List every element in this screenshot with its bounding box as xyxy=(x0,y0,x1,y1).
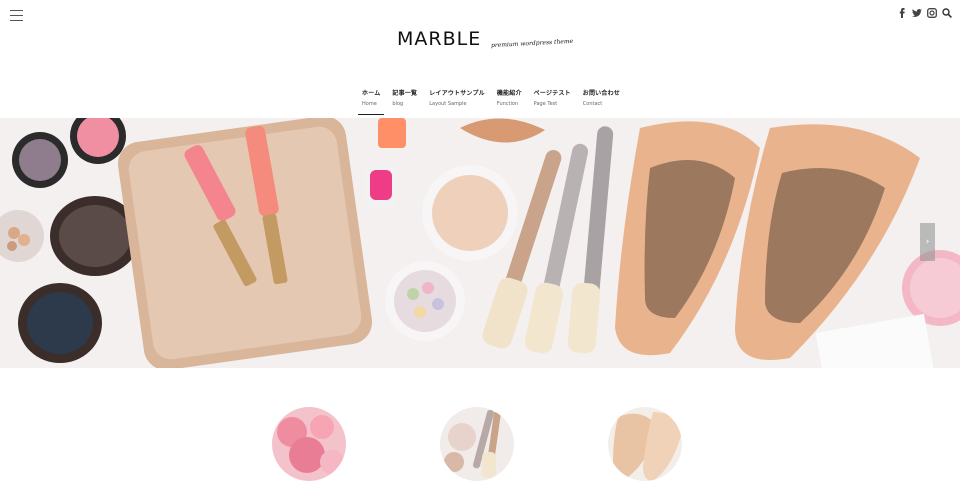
feature-makeup-brushes[interactable] xyxy=(440,407,514,481)
nav-label-jp: 機能紹介 xyxy=(496,90,522,97)
nav-item-function[interactable]: 機能紹介 Function xyxy=(497,88,522,107)
nav-item-layout-sample[interactable]: レイアウトサンプル Layout Sample xyxy=(429,88,485,107)
chevron-right-icon: › xyxy=(925,237,930,247)
nav-label-jp: レイアウトサンプル xyxy=(429,90,485,97)
nav-label-en: Page Test xyxy=(533,101,558,107)
nav-item-page-test[interactable]: ページテスト Page Test xyxy=(534,88,571,107)
feature-nude-heels[interactable] xyxy=(608,407,682,481)
logo-text[interactable]: MARBLE xyxy=(397,28,481,50)
feature-pink-roses[interactable] xyxy=(272,407,346,481)
cosmetics-flatlay-photo xyxy=(0,118,960,368)
nav-item-contact[interactable]: お問い合わせ Contact xyxy=(583,88,620,107)
nav-item-home[interactable]: ホーム Home xyxy=(357,88,385,115)
nav-label-en: blog xyxy=(392,101,404,107)
main-nav: ホーム Home 記事一覧 blog レイアウトサンプル Layout Samp… xyxy=(357,88,620,115)
nav-label-jp: ページテスト xyxy=(533,90,571,97)
pink-roses-photo xyxy=(272,407,346,481)
nav-item-blog[interactable]: 記事一覧 blog xyxy=(392,88,417,107)
nav-label-jp: 記事一覧 xyxy=(392,90,418,97)
social-icons xyxy=(897,3,952,18)
search-icon[interactable] xyxy=(942,3,952,18)
nav-label-jp: ホーム xyxy=(362,90,381,97)
twitter-icon[interactable] xyxy=(912,3,922,17)
nav-label-en: Layout Sample xyxy=(429,101,467,107)
nav-label-jp: お問い合わせ xyxy=(582,90,620,97)
makeup-brushes-photo xyxy=(440,407,514,481)
hamburger-menu-icon[interactable] xyxy=(10,10,23,21)
nav-label-en: Function xyxy=(496,101,519,107)
nav-label-en: Home xyxy=(362,101,377,107)
tagline: premium wordpress theme xyxy=(491,37,574,50)
nav-label-en: Contact xyxy=(582,101,603,107)
nude-heels-photo xyxy=(608,407,682,481)
facebook-icon[interactable] xyxy=(897,3,907,18)
site-logo[interactable]: MARBLE premium wordpress theme xyxy=(397,28,574,50)
instagram-icon[interactable] xyxy=(927,3,937,18)
slider-next-button[interactable]: › xyxy=(920,223,935,261)
hero-slider[interactable] xyxy=(0,118,960,368)
